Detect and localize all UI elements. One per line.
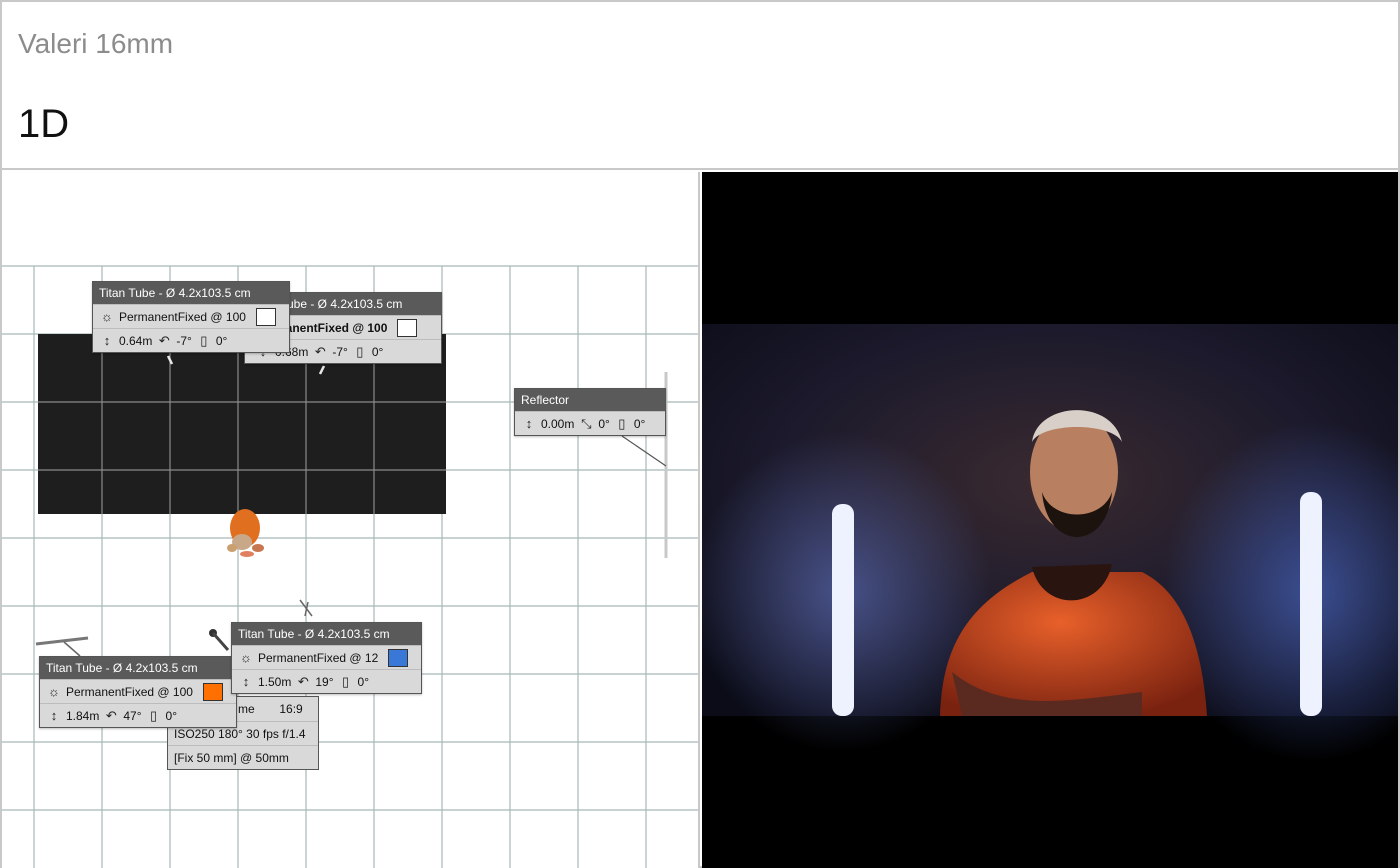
roll-icon: ▯: [356, 343, 364, 359]
shot-title: 1D: [18, 102, 70, 146]
tilt-icon: ↶: [314, 343, 326, 359]
render-preview: [702, 172, 1398, 868]
reflector-title: Reflector: [515, 389, 665, 411]
camera-lens: [Fix 50 mm] @ 50mm: [168, 745, 318, 769]
light-panel-1-tilt: -7°: [176, 333, 192, 348]
floor-plan[interactable]: ube - Ø 4.2x103.5 cm manentFixed @ 100 ↕…: [2, 172, 700, 868]
camera-figure[interactable]: [209, 629, 230, 651]
reflector-panel[interactable]: Reflector ↕ 0.00m ⤡ 0° ▯ 0°: [514, 388, 666, 436]
reflector-link: [621, 435, 667, 467]
app-window: Valeri 16mm 1D ube - Ø 4.2x103.5 cm mane…: [0, 0, 1400, 868]
light-panel-1-roll: 0°: [215, 333, 228, 348]
light-panel-4-height: 1.84m: [66, 708, 100, 723]
reflector-height: 0.00m: [541, 416, 575, 431]
color-swatch[interactable]: [397, 318, 418, 337]
tilt-icon: ↶: [105, 707, 117, 723]
roll-icon: ▯: [149, 707, 158, 723]
color-swatch[interactable]: [255, 307, 276, 326]
floor-plan-canvas[interactable]: [2, 172, 700, 868]
height-arrows-icon: ↕: [50, 707, 58, 723]
pan-icon: ⤡: [581, 415, 592, 431]
render-image: [702, 324, 1398, 762]
tube-light-4-stand: [63, 641, 81, 657]
tilt-icon: ↶: [158, 332, 170, 348]
light-panel-2-mode: manentFixed @ 100: [275, 320, 388, 335]
shot-header: Valeri 16mm 1D: [2, 2, 1398, 170]
camera-frame-label: me: [238, 702, 255, 716]
light-panel-4-title: Titan Tube - Ø 4.2x103.5 cm: [40, 657, 236, 679]
tube-light-4[interactable]: [35, 636, 89, 646]
reflector-roll: 0°: [633, 416, 646, 431]
sun-icon: ☼: [240, 649, 252, 665]
tilt-icon: ↶: [297, 673, 309, 689]
color-swatch[interactable]: [388, 648, 409, 667]
light-panel-1[interactable]: Titan Tube - Ø 4.2x103.5 cm ☼ PermanentF…: [92, 281, 290, 353]
light-panel-3-tilt: 19°: [315, 674, 334, 689]
tube-light-left: [832, 504, 854, 716]
sun-icon: ☼: [101, 308, 113, 324]
light-panel-3-mode: PermanentFixed @ 12: [258, 650, 379, 665]
tube-light-right: [1300, 492, 1322, 716]
light-panel-2-roll: 0°: [371, 344, 384, 359]
light-panel-3-height: 1.50m: [258, 674, 292, 689]
reflector-angle: 0°: [598, 416, 610, 431]
light-panel-2-tilt: -7°: [332, 344, 348, 359]
sun-icon: ☼: [48, 683, 60, 699]
color-swatch[interactable]: [202, 682, 223, 701]
light-panel-1-title: Titan Tube - Ø 4.2x103.5 cm: [93, 282, 289, 304]
light-panel-4-mode: PermanentFixed @ 100: [66, 684, 193, 699]
height-arrows-icon: ↕: [525, 415, 533, 431]
camera-aspect: 16:9: [279, 702, 303, 716]
light-panel-3-roll: 0°: [357, 674, 369, 689]
height-arrows-icon: ↕: [242, 673, 250, 689]
roll-icon: ▯: [200, 332, 208, 348]
light-panel-3-title: Titan Tube - Ø 4.2x103.5 cm: [232, 623, 421, 645]
actor-figure[interactable]: [227, 509, 264, 557]
height-arrows-icon: ↕: [103, 332, 111, 348]
roll-icon: ▯: [618, 415, 626, 431]
light-panel-4-roll: 0°: [165, 708, 177, 723]
roll-icon: ▯: [341, 673, 350, 689]
light-panel-1-height: 0.64m: [119, 333, 153, 348]
light-panel-4-tilt: 47°: [123, 708, 142, 723]
light-panel-3[interactable]: Titan Tube - Ø 4.2x103.5 cm ☼ PermanentF…: [231, 622, 422, 694]
lens-title: Valeri 16mm: [18, 28, 174, 59]
light-panel-1-mode: PermanentFixed @ 100: [119, 309, 246, 324]
light-panel-4[interactable]: Titan Tube - Ø 4.2x103.5 cm ☼ PermanentF…: [39, 656, 237, 728]
